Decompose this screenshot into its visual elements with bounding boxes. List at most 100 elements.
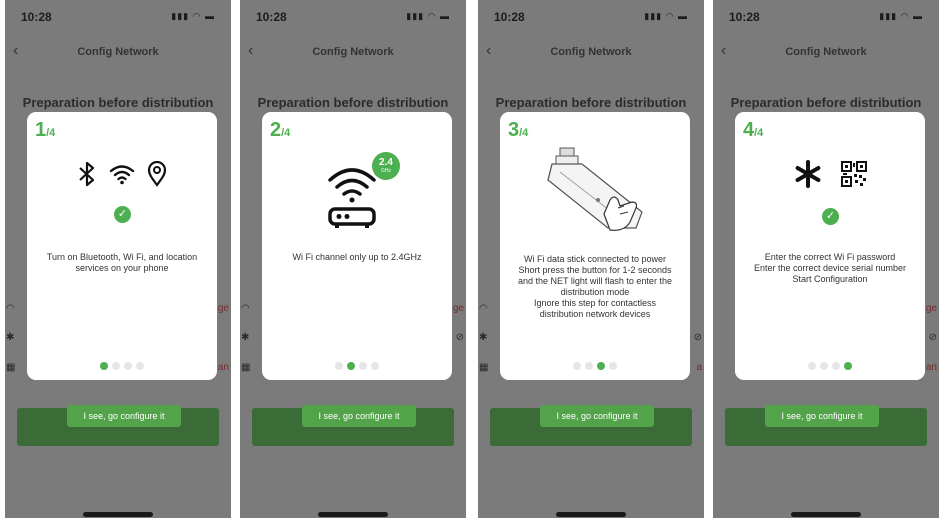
step-indicator: 3/4 — [508, 119, 528, 142]
qr-code-icon: ▦ — [6, 362, 16, 373]
asterisk-icon: ✱ — [241, 332, 250, 343]
step-number: 2 — [270, 119, 282, 141]
background-row-text: ge — [452, 303, 464, 314]
background-heading: Preparation before distribution — [495, 95, 687, 110]
signal-wifi-battery-icon: ▮▮▮ ◠ ▬ — [406, 11, 450, 21]
page-dot[interactable] — [112, 362, 120, 370]
page-dot[interactable] — [335, 362, 343, 370]
background-heading: Preparation before distribution — [730, 95, 922, 110]
wifi-icon: ◠ — [479, 303, 488, 314]
guide-card: 4/4 ✓ Enter the correct Wi Fi password E… — [735, 112, 925, 380]
page-dot[interactable] — [573, 362, 581, 370]
phone-screen-1: 10:28 ▮▮▮ ◠ ▬ ‹ Config Network Preparati… — [5, 0, 231, 518]
guide-card: 3/4 Wi Fi data stick connected to power … — [500, 112, 690, 380]
page-dot[interactable] — [832, 362, 840, 370]
page-dot[interactable] — [808, 362, 816, 370]
eye-off-icon: ⊘ — [455, 332, 464, 343]
step-number: 3 — [508, 119, 520, 141]
step-description: Turn on Bluetooth, Wi Fi, and location s… — [46, 252, 198, 273]
page-dots — [500, 362, 690, 370]
guide-card: 1/4 ✓ Turn on Bluetooth, Wi Fi, and loca… — [27, 112, 217, 380]
page-dot[interactable] — [371, 362, 379, 370]
step-indicator: 4/4 — [743, 119, 763, 142]
wifi-icon: ◠ — [241, 303, 250, 314]
confirm-button[interactable]: I see, go configure it — [765, 405, 879, 427]
page-dot[interactable] — [609, 362, 617, 370]
page-dots — [735, 362, 925, 370]
data-stick-press-icon — [547, 147, 643, 231]
step-total: /4 — [281, 127, 291, 139]
qr-code-icon: ▦ — [241, 362, 251, 373]
qr-code-icon — [841, 161, 867, 187]
nav-title: Config Network — [785, 46, 867, 58]
wifi-icon: ◠ — [6, 303, 15, 314]
background-row-text: a — [696, 362, 702, 373]
qr-code-icon: ▦ — [479, 362, 489, 373]
frequency-value: 2.4 — [379, 157, 393, 168]
page-dot[interactable] — [359, 362, 367, 370]
step-description: Wi Fi channel only up to 2.4GHz — [292, 252, 422, 262]
page-dot[interactable] — [820, 362, 828, 370]
confirm-button[interactable]: I see, go configure it — [302, 405, 416, 427]
step-number: 4 — [743, 119, 755, 141]
step-indicator: 1/4 — [35, 119, 55, 142]
status-time: 10:28 — [729, 10, 760, 24]
step-total: /4 — [519, 127, 529, 139]
home-indicator — [83, 512, 153, 517]
wifi-icon — [109, 165, 135, 185]
config-icons — [735, 157, 925, 191]
asterisk-icon: ✱ — [6, 332, 15, 343]
nav-bar: ‹ Config Network — [713, 42, 939, 62]
check-icon: ✓ — [114, 206, 131, 223]
page-dot[interactable] — [100, 362, 108, 370]
status-bar: 10:28 ▮▮▮ ◠ ▬ — [240, 10, 466, 26]
nav-bar: ‹ Config Network — [478, 42, 704, 62]
status-time: 10:28 — [21, 10, 52, 24]
signal-wifi-battery-icon: ▮▮▮ ◠ ▬ — [879, 11, 923, 21]
check-icon: ✓ — [822, 208, 839, 225]
phone-screen-3: 10:28 ▮▮▮ ◠ ▬ ‹ Config Network Preparati… — [478, 0, 704, 518]
status-bar: 10:28 ▮▮▮ ◠ ▬ — [5, 10, 231, 26]
background-heading: Preparation before distribution — [257, 95, 449, 110]
step-total: /4 — [754, 127, 764, 139]
frequency-badge: 2.4 GHz — [372, 152, 400, 180]
nav-bar: ‹ Config Network — [5, 42, 231, 62]
home-indicator — [318, 512, 388, 517]
status-bar: 10:28 ▮▮▮ ◠ ▬ — [713, 10, 939, 26]
page-dot[interactable] — [597, 362, 605, 370]
phone-screen-2: 10:28 ▮▮▮ ◠ ▬ ‹ Config Network Preparati… — [240, 0, 466, 518]
eye-off-icon: ⊘ — [928, 332, 937, 343]
step-indicator: 2/4 — [270, 119, 290, 142]
confirm-button[interactable]: I see, go configure it — [540, 405, 654, 427]
phone-screen-4: 10:28 ▮▮▮ ◠ ▬ ‹ Config Network Preparati… — [713, 0, 939, 518]
status-time: 10:28 — [256, 10, 287, 24]
confirm-button[interactable]: I see, go configure it — [67, 405, 181, 427]
signal-wifi-battery-icon: ▮▮▮ ◠ ▬ — [171, 11, 215, 21]
background-row-text: an — [217, 362, 229, 373]
bluetooth-icon — [79, 161, 95, 187]
background-row-text: an — [925, 362, 937, 373]
asterisk-icon — [795, 160, 821, 188]
page-dot[interactable] — [585, 362, 593, 370]
step-total: /4 — [46, 127, 56, 139]
nav-title: Config Network — [550, 46, 632, 58]
eye-off-icon: ⊘ — [693, 332, 702, 343]
step-description: Wi Fi data stick connected to power Shor… — [518, 254, 672, 319]
background-heading: Preparation before distribution — [22, 95, 214, 110]
home-indicator — [556, 512, 626, 517]
background-row-text: ge — [925, 303, 937, 314]
page-dot[interactable] — [844, 362, 852, 370]
page-dot[interactable] — [136, 362, 144, 370]
page-dots — [27, 362, 217, 370]
status-bar: 10:28 ▮▮▮ ◠ ▬ — [478, 10, 704, 26]
page-dot[interactable] — [124, 362, 132, 370]
nav-title: Config Network — [77, 46, 159, 58]
step-description: Enter the correct Wi Fi password Enter t… — [753, 252, 907, 284]
nav-title: Config Network — [312, 46, 394, 58]
guide-card: 2/4 2.4 GHz Wi Fi channel only up to 2.4… — [262, 112, 452, 380]
permission-icons — [27, 157, 217, 191]
page-dot[interactable] — [347, 362, 355, 370]
background-row-text: ge — [217, 303, 229, 314]
frequency-unit: GHz — [381, 168, 391, 174]
home-indicator — [791, 512, 861, 517]
